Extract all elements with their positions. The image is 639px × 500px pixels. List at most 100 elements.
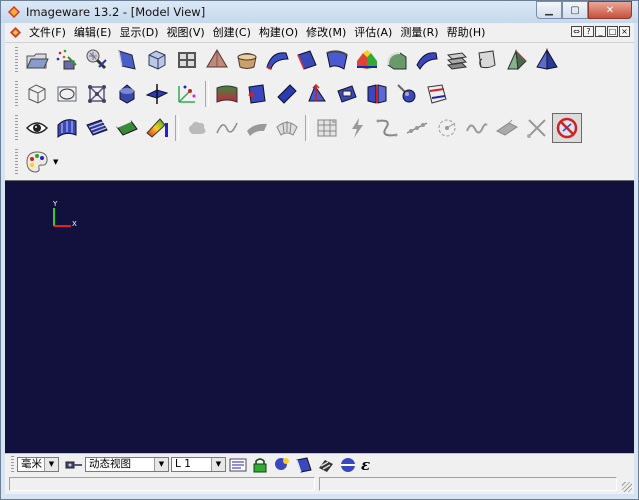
plane-cross-icon[interactable] — [142, 79, 172, 109]
mdi-restore-button[interactable]: □ — [607, 26, 618, 37]
chevron-down-icon[interactable]: ▼ — [154, 458, 168, 471]
offset-surface-icon[interactable] — [292, 45, 322, 75]
toolbar-grip[interactable] — [15, 115, 18, 141]
spline-gray-icon[interactable] — [372, 113, 402, 143]
tube-surface-icon[interactable] — [232, 45, 262, 75]
circle-dash-gray-icon[interactable] — [432, 113, 462, 143]
palette-icon[interactable] — [22, 147, 52, 177]
close-button[interactable]: ✕ — [588, 1, 632, 19]
cut-surface-icon[interactable] — [422, 79, 452, 109]
menu-edit[interactable]: 编辑(E) — [70, 23, 116, 42]
palette-dropdown-icon[interactable]: ▼ — [53, 158, 58, 166]
cone-surface-icon[interactable] — [202, 45, 232, 75]
cloud-scan-icon[interactable] — [82, 45, 112, 75]
imageware-logo-icon — [7, 5, 21, 19]
mesh-grid-icon[interactable] — [172, 45, 202, 75]
blend-surface-icon[interactable] — [262, 45, 292, 75]
fan-gray-icon[interactable] — [272, 113, 302, 143]
color-map-icon[interactable] — [142, 113, 172, 143]
import-points-icon[interactable] — [52, 45, 82, 75]
no-entry-icon[interactable] — [552, 113, 582, 143]
ball-tool-icon[interactable] — [392, 79, 422, 109]
sheet-gray-icon[interactable] — [492, 113, 522, 143]
document-logo-icon[interactable] — [9, 26, 22, 39]
points-line-gray-icon[interactable] — [402, 113, 432, 143]
box-view-icon[interactable] — [142, 45, 172, 75]
resize-grip[interactable] — [622, 482, 632, 492]
gradient-surface-icon[interactable] — [212, 79, 242, 109]
menu-file[interactable]: 文件(F) — [25, 23, 70, 42]
layer-manager-icon[interactable] — [229, 456, 247, 474]
point-axis-icon[interactable] — [172, 79, 202, 109]
layer-select[interactable]: L 1 ▼ — [171, 457, 226, 472]
green-strip-icon[interactable] — [112, 113, 142, 143]
minimize-button[interactable]: ▁ — [536, 1, 562, 19]
menu-help[interactable]: 帮助(H) — [443, 23, 490, 42]
toolbar-grip[interactable] — [15, 81, 18, 107]
model-viewport[interactable]: Y X — [5, 180, 634, 454]
maximize-button[interactable]: ▢ — [562, 1, 588, 19]
menu-evaluate[interactable]: 评估(A) — [350, 23, 396, 42]
sweep-surface-icon[interactable] — [322, 45, 352, 75]
grid-gray-icon[interactable] — [312, 113, 342, 143]
curvature-surface-icon[interactable] — [52, 113, 82, 143]
lock-icon[interactable] — [251, 456, 269, 474]
globe-icon[interactable] — [339, 456, 357, 474]
toolbar-row-1 — [15, 45, 562, 75]
cross-gray-icon[interactable] — [522, 113, 552, 143]
unit-select[interactable]: 毫米 ▼ — [17, 457, 59, 472]
stripe-surface-icon[interactable] — [82, 113, 112, 143]
wave-gray-icon[interactable] — [462, 113, 492, 143]
mdi-help-button[interactable]: ? — [583, 26, 594, 37]
fillet-surface-icon[interactable] — [382, 45, 412, 75]
toolbar-grip[interactable] — [11, 456, 14, 473]
pyramid-icon[interactable] — [532, 45, 562, 75]
view-mode-select[interactable]: 动态视图 ▼ — [85, 457, 169, 472]
chevron-down-icon[interactable]: ▼ — [44, 458, 58, 471]
axis-y-label: Y — [53, 200, 58, 208]
solid-sphere-icon[interactable] — [112, 79, 142, 109]
open-file-icon[interactable] — [22, 45, 52, 75]
node-network-icon[interactable] — [82, 79, 112, 109]
menu-construct[interactable]: 构建(O) — [255, 23, 302, 42]
arrow-surface-icon[interactable] — [302, 79, 332, 109]
menu-measure[interactable]: 测量(R) — [396, 23, 442, 42]
triangle-surface-icon[interactable] — [502, 45, 532, 75]
patch-gray-icon[interactable] — [242, 113, 272, 143]
menu-display[interactable]: 显示(D) — [115, 23, 162, 42]
layer-select-value: L 1 — [175, 458, 191, 470]
wave-stripe-icon[interactable] — [317, 456, 335, 474]
curved-sheet-icon[interactable] — [412, 45, 442, 75]
panel-surface-icon[interactable] — [362, 79, 392, 109]
epsilon-icon[interactable]: ε — [361, 456, 379, 474]
flip-surface-icon[interactable] — [242, 79, 272, 109]
tilt-surface-icon[interactable] — [272, 79, 302, 109]
loop-surface-icon[interactable] — [332, 79, 362, 109]
wire-box-icon[interactable] — [22, 79, 52, 109]
cloud-gray-icon[interactable] — [182, 113, 212, 143]
toolbar-grip[interactable] — [15, 149, 18, 175]
eye-view-icon[interactable] — [22, 113, 52, 143]
lightning-gray-icon[interactable] — [342, 113, 372, 143]
toolbar-row-3 — [15, 113, 582, 143]
mdi-minimize-button[interactable]: _ — [595, 26, 606, 37]
multi-color-surface-icon[interactable] — [352, 45, 382, 75]
menu-view[interactable]: 视图(V) — [163, 23, 209, 42]
curve-surface-icon[interactable] — [112, 45, 142, 75]
surface-select-icon[interactable] — [295, 456, 313, 474]
menu-modify[interactable]: 修改(M) — [302, 23, 350, 42]
stack-surfaces-icon[interactable] — [442, 45, 472, 75]
toolbar-grip[interactable] — [15, 47, 18, 73]
circle-frame-icon[interactable] — [52, 79, 82, 109]
view-link-icon[interactable] — [65, 456, 83, 474]
menu-create[interactable]: 创建(C) — [209, 23, 255, 42]
roll-surface-icon[interactable] — [472, 45, 502, 75]
light-bulb-icon[interactable] — [273, 456, 291, 474]
mdi-close-button[interactable]: × — [619, 26, 630, 37]
chevron-down-icon[interactable]: ▼ — [211, 458, 225, 471]
toolbar-separator — [175, 115, 179, 141]
title-bar[interactable]: Imageware 13.2 - [Model View] ▁ ▢ ✕ — [1, 1, 638, 23]
mdi-controls: ⇔ ? _ □ × — [571, 26, 630, 37]
curve-gray-icon[interactable] — [212, 113, 242, 143]
mdi-swap-button[interactable]: ⇔ — [571, 26, 582, 37]
